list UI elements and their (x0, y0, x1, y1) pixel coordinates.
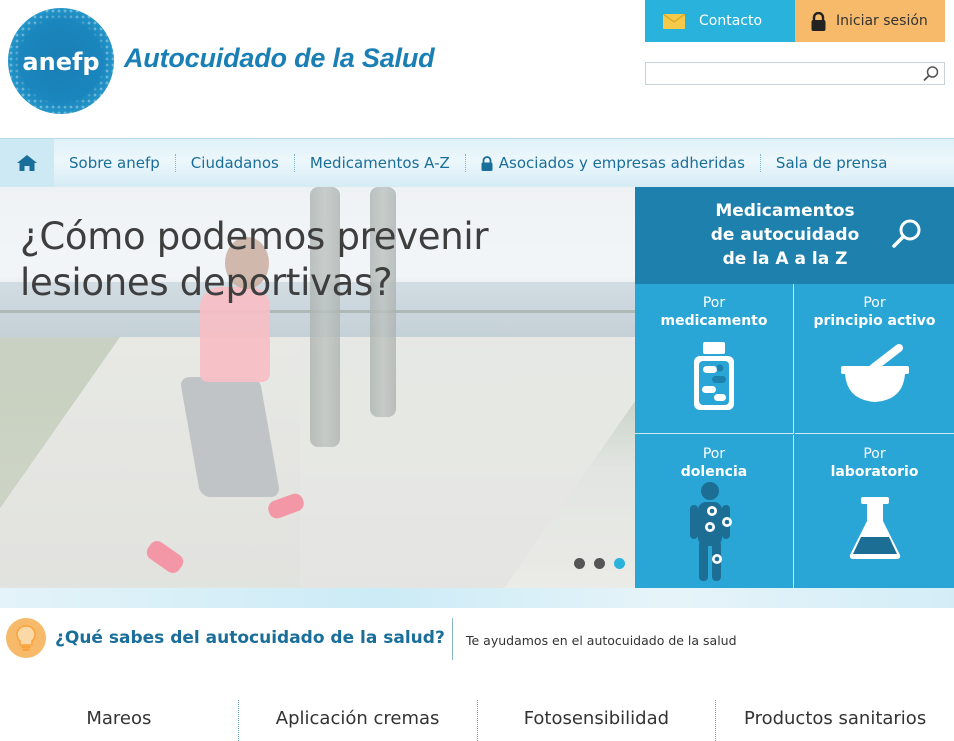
medicines-title-line: de la A a la Z (722, 249, 848, 269)
tips-title[interactable]: ¿Qué sabes del autocuidado de la salud? (55, 628, 445, 648)
mortar-pestle-icon (840, 344, 909, 402)
body-icon (690, 482, 732, 581)
cell-label: dolencia (680, 464, 748, 480)
header: anefp Autocuidado de la Salud Contacto I… (0, 0, 954, 138)
nav-item-ciudadanos[interactable]: Ciudadanos (176, 154, 294, 172)
medicines-panel: Medicamentos de autocuidado de la A a la… (635, 187, 954, 588)
nav-item-sala-prensa[interactable]: Sala de prensa (761, 154, 902, 172)
contact-button[interactable]: Contacto (645, 0, 795, 42)
by-ailment-link[interactable]: Por dolencia (635, 435, 794, 588)
hero-title[interactable]: ¿Cómo podemos prevenir lesiones deportiv… (20, 214, 580, 306)
search-input[interactable] (646, 63, 916, 85)
search-icon[interactable] (922, 65, 940, 83)
envelope-icon (663, 13, 685, 29)
decorative-strip (0, 588, 954, 608)
pill-bottle-icon (694, 342, 734, 410)
cell-label-por: Por (863, 446, 886, 462)
nav-items: Sobre anefp Ciudadanos Medicamentos A-Z … (54, 139, 902, 187)
medicines-az-header[interactable]: Medicamentos de autocuidado de la A a la… (635, 187, 954, 284)
nav-item-sobre-anefp[interactable]: Sobre anefp (54, 154, 175, 172)
medicines-title: Medicamentos de autocuidado de la A a la… (685, 199, 885, 271)
category-aplicacion-cremas[interactable]: Aplicación cremas (239, 700, 477, 741)
lightbulb-icon (6, 618, 46, 658)
by-active-ingredient-link[interactable]: Por principio activo (795, 284, 954, 434)
category-fotosensibilidad[interactable]: Fotosensibilidad (478, 700, 716, 741)
main-nav: Sobre anefp Ciudadanos Medicamentos A-Z … (0, 138, 954, 187)
flask-icon (849, 497, 900, 559)
tips-subtitle: Te ayudamos en el autocuidado de la salu… (466, 633, 737, 648)
slider-dots (574, 558, 625, 569)
lock-icon (481, 155, 493, 171)
nav-item-label: Sobre anefp (69, 154, 160, 172)
logo-text: anefp (22, 48, 100, 76)
nav-item-label: Sala de prensa (775, 154, 888, 172)
logo[interactable]: anefp (8, 8, 114, 114)
slider-dot-2[interactable] (594, 558, 605, 569)
cell-label-por: Por (702, 295, 726, 311)
search-icon[interactable] (890, 217, 924, 251)
cell-label: medicamento (660, 313, 768, 329)
site-title[interactable]: Autocuidado de la Salud (124, 43, 435, 74)
category-productos-sanitarios[interactable]: Productos sanitarios (716, 700, 954, 741)
by-laboratory-link[interactable]: Por laboratorio (795, 435, 954, 588)
lock-icon (811, 11, 826, 31)
nav-item-medicamentos[interactable]: Medicamentos A-Z (295, 154, 465, 172)
nav-item-label: Ciudadanos (190, 154, 279, 172)
cell-label-por: Por (863, 295, 886, 311)
by-medicine-link[interactable]: Por medicamento (635, 284, 794, 434)
medicines-title-line: de autocuidado (710, 225, 860, 245)
home-icon (17, 155, 37, 171)
login-label: Iniciar sesión (836, 13, 928, 29)
login-button[interactable]: Iniciar sesión (795, 0, 945, 42)
search-box (645, 62, 945, 85)
hero-title-line: ¿Cómo podemos prevenir (20, 215, 489, 258)
contact-label: Contacto (699, 13, 763, 29)
slider-dot-3[interactable] (614, 558, 625, 569)
cell-label: laboratorio (830, 464, 919, 480)
hero-slider[interactable]: ¿Cómo podemos prevenir lesiones deportiv… (0, 187, 635, 588)
slider-dot-1[interactable] (574, 558, 585, 569)
nav-item-asociados[interactable]: Asociados y empresas adheridas (466, 154, 760, 172)
cell-label-por: Por (702, 446, 726, 462)
nav-item-label: Medicamentos A-Z (309, 154, 450, 172)
category-mareos[interactable]: Mareos (0, 700, 238, 741)
cell-label: principio activo (813, 313, 936, 329)
nav-home[interactable] (0, 139, 54, 187)
medicines-title-line: Medicamentos (715, 201, 855, 221)
tips-divider (452, 618, 453, 660)
hero-title-line: lesiones deportivas? (20, 261, 393, 304)
nav-item-label: Asociados y empresas adheridas (498, 154, 745, 172)
tips-bar: ¿Qué sabes del autocuidado de la salud? … (0, 608, 954, 670)
categories-row: Mareos Aplicación cremas Fotosensibilida… (0, 700, 954, 741)
